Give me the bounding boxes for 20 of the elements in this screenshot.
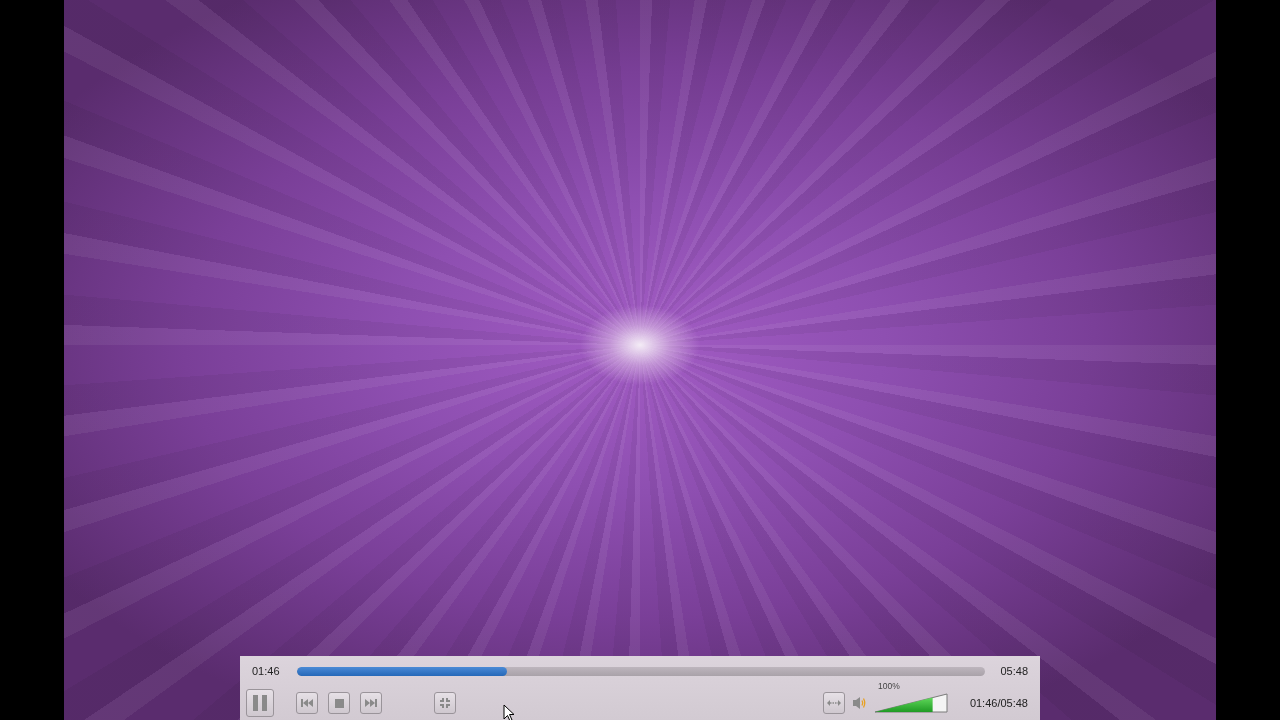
time-display: 01:46/05:48 [968, 697, 1028, 709]
stop-button[interactable] [328, 692, 350, 714]
double-arrow-icon [827, 700, 841, 706]
previous-icon [301, 699, 313, 707]
previous-button[interactable] [296, 692, 318, 714]
mouse-cursor-icon [503, 704, 515, 720]
pause-icon [253, 695, 267, 711]
next-icon [365, 699, 377, 707]
volume-slider[interactable] [874, 693, 948, 713]
aspect-ratio-button[interactable] [823, 692, 845, 714]
corner-arrows-icon [439, 697, 451, 709]
volume-percentage: 100% [878, 681, 900, 691]
elapsed-time: 01:46 [252, 665, 281, 677]
speaker-icon[interactable] [853, 696, 866, 710]
exit-fullscreen-button[interactable] [434, 692, 456, 714]
next-button[interactable] [360, 692, 382, 714]
stop-icon [334, 698, 344, 708]
pause-button[interactable] [246, 689, 274, 717]
total-time: 05:48 [999, 665, 1028, 677]
seek-bar[interactable] [297, 666, 985, 676]
